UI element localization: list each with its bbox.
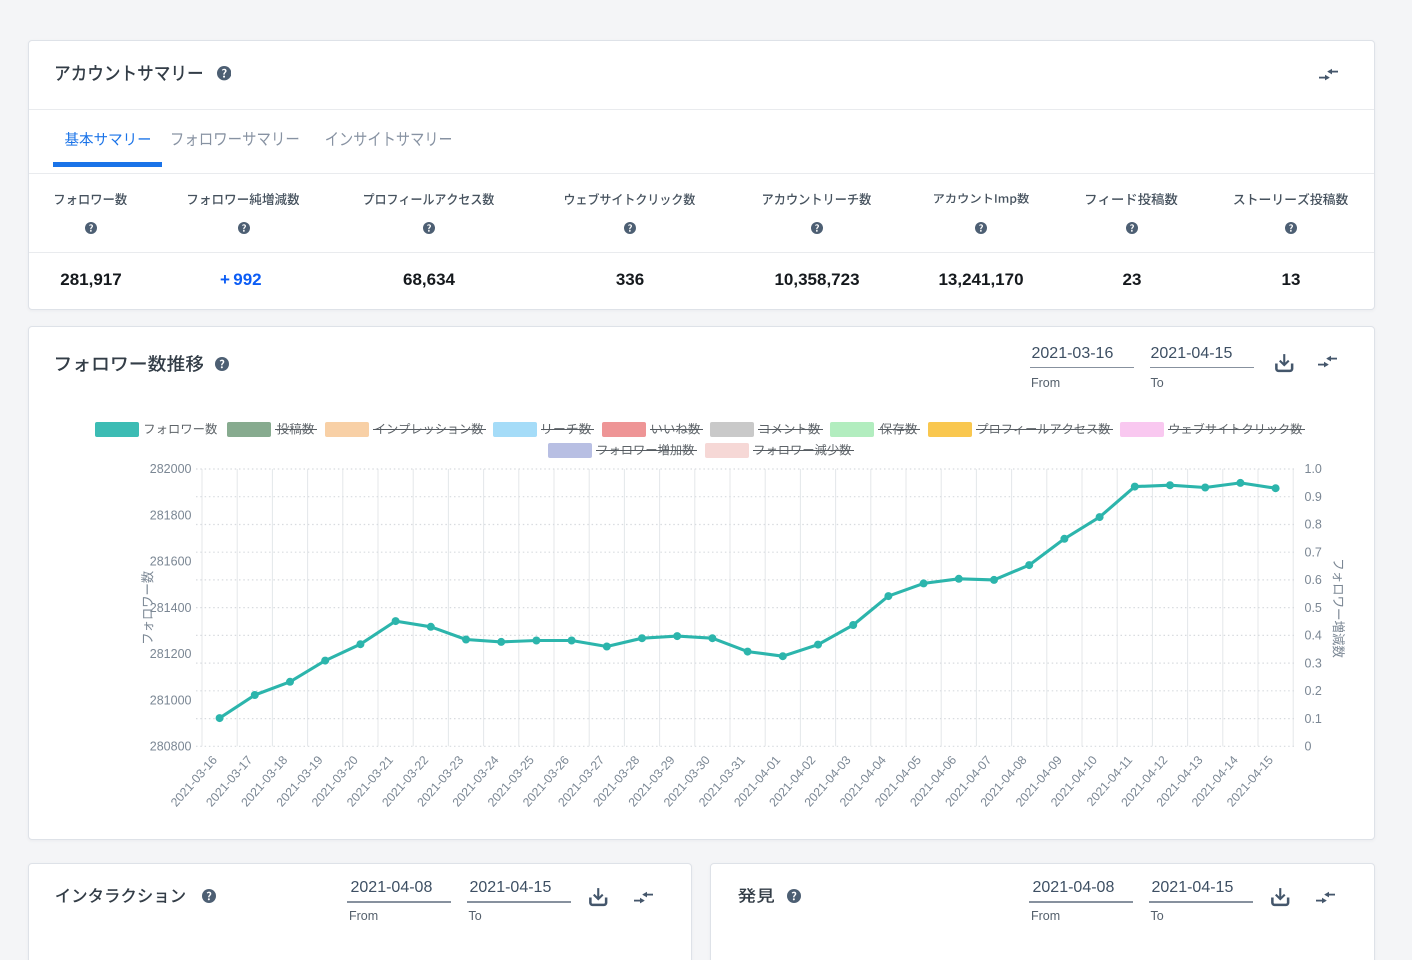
svg-text:0: 0 (1305, 740, 1312, 754)
svg-text:0.9: 0.9 (1305, 490, 1322, 504)
svg-text:0.2: 0.2 (1305, 684, 1322, 698)
svg-text:0.8: 0.8 (1305, 518, 1322, 532)
svg-text:282000: 282000 (150, 462, 192, 476)
svg-text:0.4: 0.4 (1305, 629, 1322, 643)
svg-text:0.6: 0.6 (1305, 573, 1322, 587)
svg-text:281000: 281000 (150, 693, 192, 707)
svg-text:281600: 281600 (150, 555, 192, 569)
svg-text:0.7: 0.7 (1305, 545, 1322, 559)
svg-text:0.5: 0.5 (1305, 601, 1322, 615)
svg-text:280800: 280800 (150, 740, 192, 754)
svg-text:1.0: 1.0 (1305, 462, 1322, 476)
svg-text:0.3: 0.3 (1305, 656, 1322, 670)
svg-text:281400: 281400 (150, 601, 192, 615)
svg-text:281800: 281800 (150, 508, 192, 522)
svg-text:0.1: 0.1 (1305, 712, 1322, 726)
svg-text:281200: 281200 (150, 647, 192, 661)
